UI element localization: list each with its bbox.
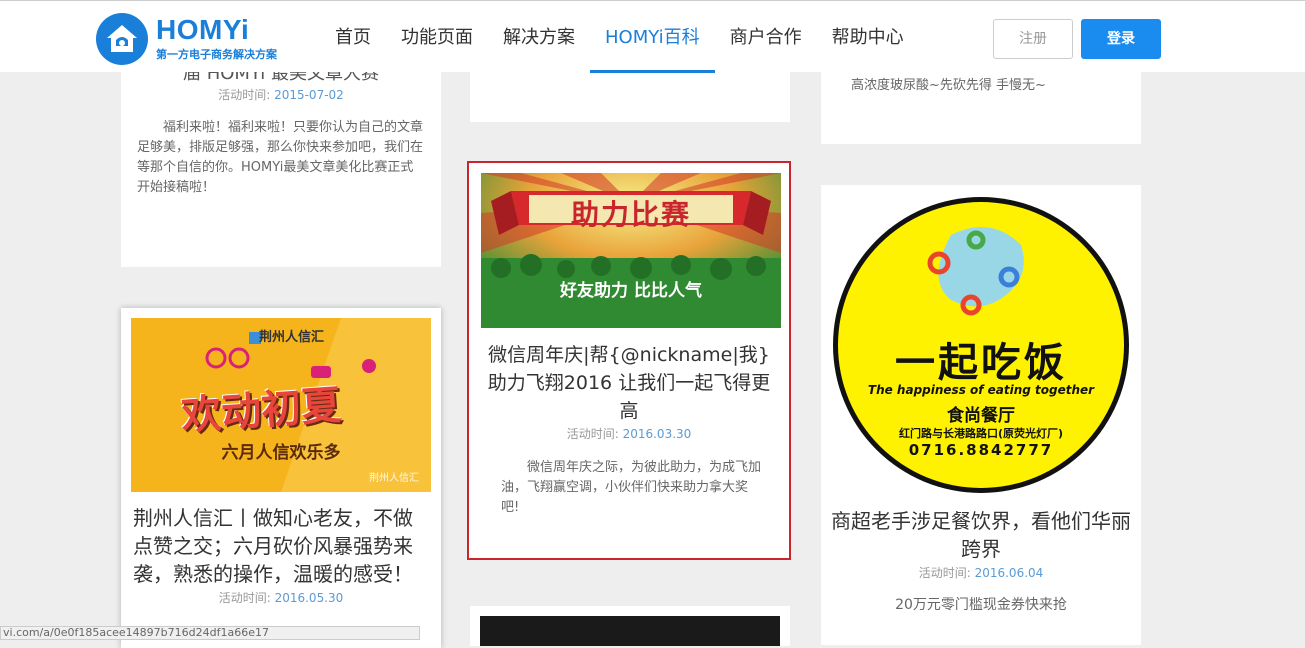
nav-wiki[interactable]: HOMYi百科 — [590, 1, 715, 73]
article-card-highlighted[interactable]: 助力比赛 好友助力 比比人气 微信周年庆|帮{@nickname|我}助力飞翔2… — [467, 161, 791, 560]
card-banner: 助力比赛 好友助力 比比人气 — [481, 173, 781, 328]
main-nav: 首页 功能页面 解决方案 HOMYi百科 商户合作 帮助中心 — [320, 1, 919, 73]
card-title: 微信周年庆|帮{@nickname|我}助力飞翔2016 让我们一起飞得更高 — [487, 344, 771, 422]
card-description: 20万元零门槛现金券快来抢 — [895, 597, 1067, 613]
banner-subtitle: 六月人信欢乐多 — [221, 443, 341, 463]
nav-features[interactable]: 功能页面 — [386, 1, 488, 73]
restaurant-logo-title: 一起吃饭 — [895, 340, 1067, 386]
article-card[interactable]: 一起吃饭 The happiness of eating together 食尚… — [821, 185, 1141, 645]
card-date: 活动时间: 2016.06.04 — [918, 566, 1044, 580]
restaurant-logo-address: 红门路与长港路路口(原荧光灯厂) — [898, 427, 1064, 440]
logo-subtitle: 第一方电子商务解决方案 — [156, 48, 277, 61]
restaurant-logo-phone: 0716.8842777 — [908, 441, 1054, 459]
watermark: 荆州人信汇 — [369, 473, 419, 484]
brand-logo: 荆州人信汇 — [259, 330, 325, 345]
card-title: 商超老手涉足餐饮界，看他们华丽跨界 — [831, 509, 1131, 561]
nav-solutions[interactable]: 解决方案 — [488, 1, 590, 73]
banner-title: 助力比赛 — [570, 198, 691, 231]
logo-title: HOMYi — [156, 14, 250, 45]
nav-partners[interactable]: 商户合作 — [715, 1, 817, 73]
restaurant-logo-en: The happiness of eating together — [867, 383, 1095, 397]
article-card[interactable] — [470, 606, 790, 646]
card-date: 活动时间: 2015-07-02 — [218, 88, 344, 102]
card-image: 一起吃饭 The happiness of eating together 食尚… — [831, 195, 1131, 495]
card-description: 福利来啦！福利来啦！只要你认为自己的文章足够美，排版足够强，那么你快来参加吧，我… — [137, 120, 424, 195]
restaurant-logo-shop: 食尚餐厅 — [947, 406, 1015, 426]
login-button[interactable]: 登录 — [1081, 19, 1161, 59]
nav-home[interactable]: 首页 — [320, 1, 386, 73]
card-image — [480, 616, 780, 646]
card-description: 微信周年庆之际，为彼此助力，为成飞加油，飞翔赢空调，小伙伴们快来助力拿大奖吧! — [501, 460, 762, 515]
card-date: 活动时间: 2016.03.30 — [566, 427, 692, 441]
card-banner: 荆州人信汇 欢动初夏 六月人信欢乐多 荆州人信汇 — [131, 318, 431, 492]
site-header: HOMYi 第一方电子商务解决方案 首页 功能页面 解决方案 HOMYi百科 商… — [0, 0, 1305, 73]
nav-help[interactable]: 帮助中心 — [817, 1, 919, 73]
register-button[interactable]: 注册 — [993, 19, 1073, 59]
card-date: 活动时间: 2016.05.30 — [218, 591, 344, 605]
article-card[interactable]: 荆州人信汇 欢动初夏 六月人信欢乐多 荆州人信汇 荆州人信汇丨做知心老友，不做点… — [121, 308, 441, 648]
card-title: 荆州人信汇丨做知心老友，不做点赞之交；六月砍价风暴强势来袭，熟悉的操作，温暖的感… — [133, 506, 413, 586]
article-card[interactable]: 届 HOMYi 最美文章大赛 活动时间: 2015-07-02 福利来啦！福利来… — [121, 40, 441, 267]
banner-title: 欢动初夏 — [179, 382, 343, 440]
card-description: 高浓度玻尿酸~先砍先得 手慢无~ — [851, 78, 1046, 93]
homyi-logo[interactable]: HOMYi 第一方电子商务解决方案 — [96, 13, 277, 65]
banner-subtitle: 好友助力 比比人气 — [560, 281, 702, 301]
logo-house-icon — [96, 13, 148, 65]
